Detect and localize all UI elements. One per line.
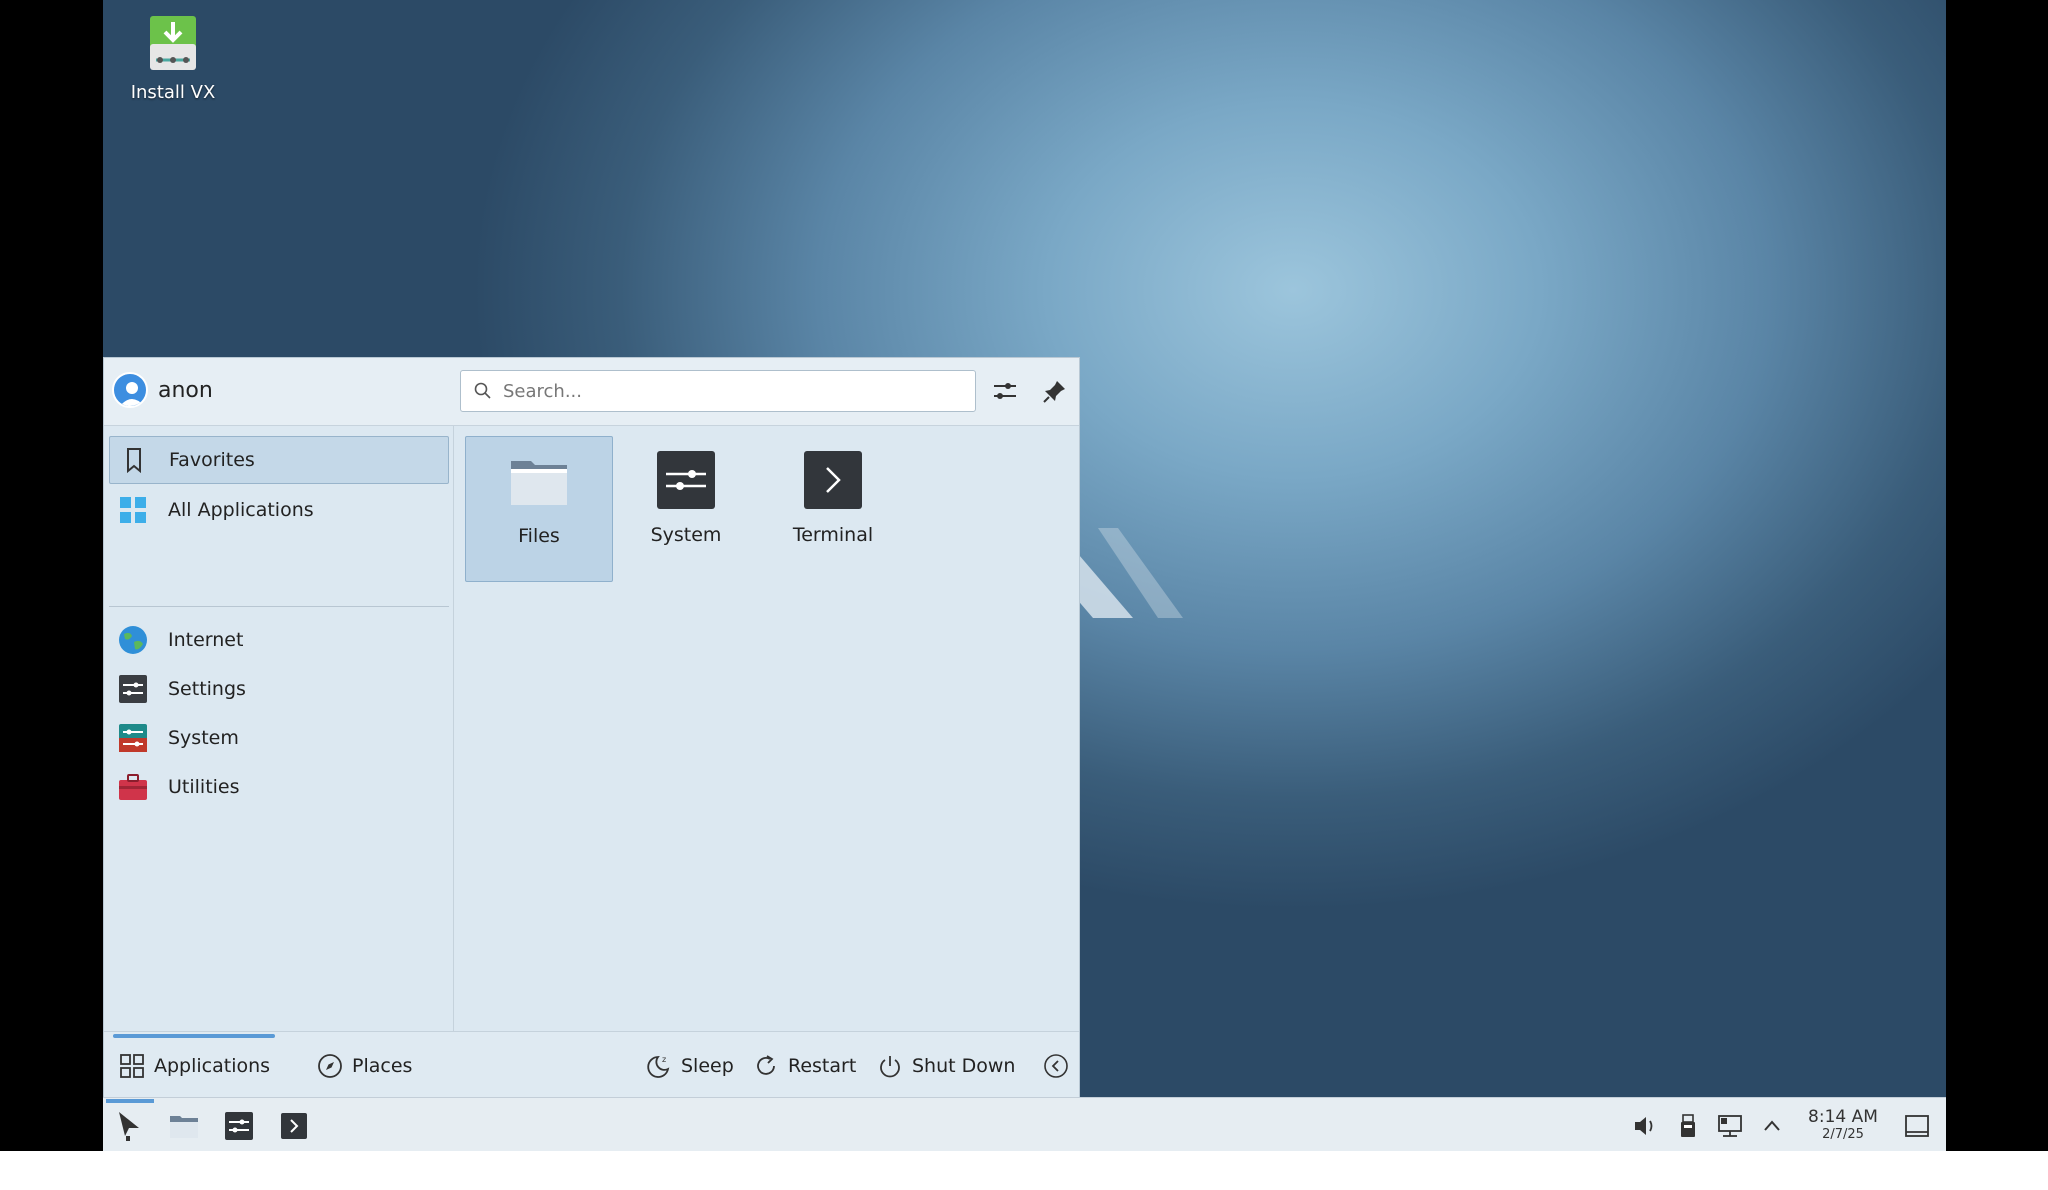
active-tab-indicator	[113, 1034, 275, 1038]
sleep-icon: z	[645, 1052, 673, 1080]
sleep-button[interactable]: z Sleep	[645, 1050, 734, 1082]
taskbar: 8:14 AM 2/7/25	[103, 1097, 1946, 1151]
shutdown-button[interactable]: Shut Down	[876, 1050, 1015, 1082]
sidebar-item-utilities[interactable]: Utilities	[109, 763, 449, 811]
tab-places-label: Places	[352, 1055, 413, 1077]
clock-date: 2/7/25	[1822, 1127, 1864, 1142]
usb-drive-icon	[1681, 1114, 1695, 1137]
favorites-grid: Files System Terminal	[456, 426, 1080, 1031]
app-system[interactable]: System	[612, 436, 760, 582]
clock-time: 8:14 AM	[1808, 1107, 1878, 1127]
sidebar-item-settings[interactable]: Settings	[109, 665, 449, 713]
sidebar-item-label: Utilities	[168, 776, 240, 798]
shutdown-label: Shut Down	[912, 1055, 1016, 1077]
app-label: System	[650, 524, 722, 546]
sidebar-item-label: All Applications	[168, 499, 314, 521]
app-files[interactable]: Files	[465, 436, 613, 582]
sidebar-item-label: Favorites	[169, 449, 255, 471]
digital-clock[interactable]: 8:14 AM 2/7/25	[1803, 1107, 1883, 1142]
show-desktop-button[interactable]	[1899, 1108, 1935, 1144]
screen-border-right	[1946, 0, 2048, 1151]
sliders-icon	[994, 383, 1016, 399]
restart-button[interactable]: Restart	[752, 1050, 856, 1082]
sidebar-item-label: Settings	[168, 678, 246, 700]
network-button[interactable]	[1713, 1108, 1749, 1144]
compass-icon	[316, 1052, 344, 1080]
desktop-icon-label: Install VX	[130, 82, 216, 103]
folder-icon	[170, 1116, 198, 1138]
taskbar-files-launcher[interactable]	[166, 1108, 202, 1144]
search-icon	[474, 382, 491, 399]
volume-button[interactable]	[1627, 1108, 1663, 1144]
desktop-icon-install-vx[interactable]: Install VX	[123, 12, 223, 103]
system-icon	[117, 722, 149, 754]
bookmark-icon	[118, 444, 150, 476]
grid-apps-icon	[117, 494, 149, 526]
user-avatar-icon	[112, 372, 148, 408]
tab-applications-label: Applications	[154, 1055, 271, 1077]
removable-devices-button[interactable]	[1670, 1108, 1706, 1144]
restart-label: Restart	[788, 1055, 857, 1077]
sleep-label: Sleep	[681, 1055, 734, 1077]
terminal-icon	[281, 1113, 307, 1139]
app-terminal[interactable]: Terminal	[759, 436, 907, 582]
volume-icon	[1635, 1117, 1653, 1135]
sidebar-item-favorites[interactable]: Favorites	[109, 436, 449, 484]
pin-icon	[1043, 381, 1065, 403]
toolbox-icon	[117, 771, 149, 803]
screen-border-bottom	[0, 1151, 2048, 1190]
chevron-left-icon	[1042, 1052, 1070, 1080]
application-launcher-menu: anon Favorites All Applications Internet	[103, 357, 1080, 1098]
plasma-x-watermark	[1063, 528, 1183, 618]
user-info[interactable]: anon	[112, 372, 213, 408]
show-hidden-tray-button[interactable]	[1754, 1108, 1790, 1144]
user-name: anon	[158, 377, 213, 403]
search-input[interactable]	[503, 380, 943, 402]
svg-text:z: z	[662, 1055, 666, 1064]
system-settings-icon	[225, 1112, 253, 1140]
system-settings-icon	[657, 451, 715, 509]
app-label: Terminal	[792, 524, 874, 546]
sidebar-item-internet[interactable]: Internet	[109, 616, 449, 664]
folder-icon	[511, 461, 567, 505]
category-sidebar: Favorites All Applications Internet Sett…	[104, 426, 454, 1031]
chevron-up-icon	[1764, 1120, 1780, 1131]
application-menu-button[interactable]	[111, 1108, 147, 1144]
terminal-icon	[804, 451, 862, 509]
application-menu-icon	[119, 1112, 139, 1141]
tab-applications[interactable]: Applications	[118, 1050, 270, 1082]
screen-border-left	[0, 0, 103, 1151]
sidebar-item-label: Internet	[168, 629, 244, 651]
taskbar-terminal-launcher[interactable]	[276, 1108, 312, 1144]
globe-icon	[117, 624, 149, 656]
network-icon	[1718, 1115, 1742, 1137]
restart-icon	[752, 1052, 780, 1080]
configure-button[interactable]	[988, 374, 1022, 408]
sidebar-item-system[interactable]: System	[109, 714, 449, 762]
search-field[interactable]	[460, 370, 976, 412]
show-desktop-icon	[1905, 1115, 1929, 1137]
app-label: Files	[518, 525, 560, 547]
settings-icon	[117, 673, 149, 705]
tab-places[interactable]: Places	[316, 1050, 412, 1082]
taskbar-system-settings-launcher[interactable]	[221, 1108, 257, 1144]
sidebar-separator	[109, 606, 449, 607]
launcher-active-indicator	[106, 1099, 154, 1103]
power-icon	[876, 1052, 904, 1080]
sidebar-item-label: System	[168, 727, 239, 749]
leave-more-button[interactable]	[1042, 1050, 1078, 1082]
sidebar-item-all-applications[interactable]: All Applications	[109, 486, 449, 534]
install-download-icon	[150, 16, 196, 70]
menu-footer: Applications Places z Sleep Restart Shut…	[104, 1031, 1079, 1098]
pin-button[interactable]	[1038, 374, 1072, 408]
grid-icon	[118, 1052, 146, 1080]
menu-header: anon	[104, 358, 1079, 426]
